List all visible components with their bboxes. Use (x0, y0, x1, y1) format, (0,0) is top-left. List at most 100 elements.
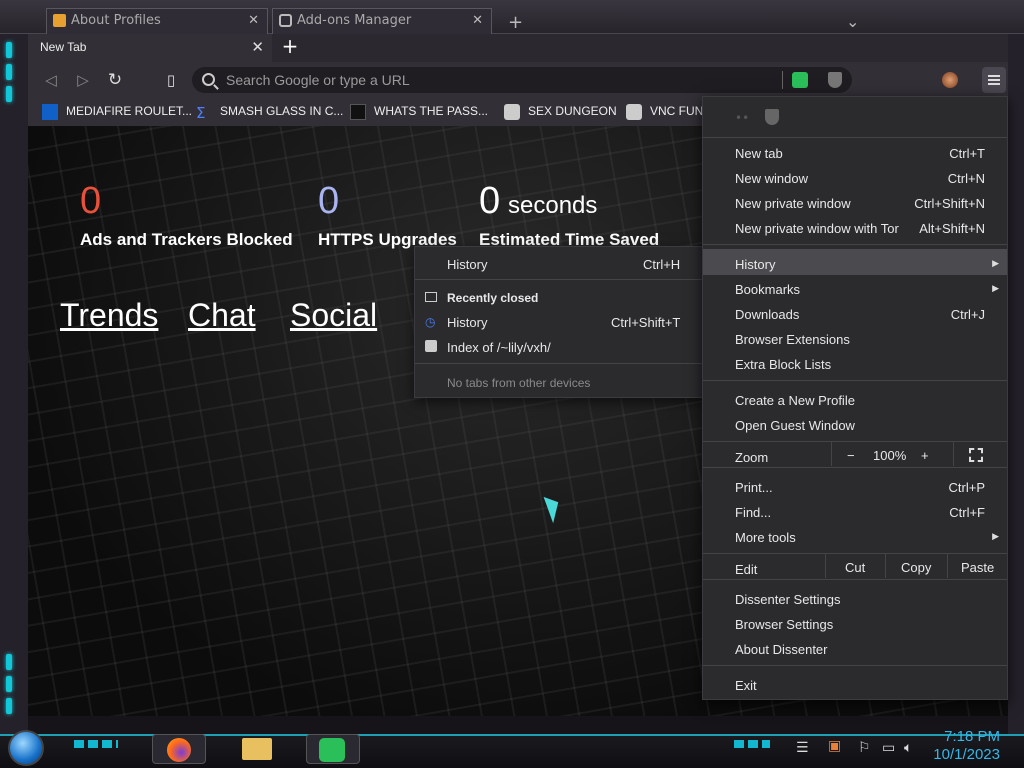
menu-browser-extensions[interactable]: Browser Extensions (735, 332, 850, 347)
chevron-right-icon: ▶ (992, 259, 999, 269)
search-icon (202, 73, 215, 86)
tray-app-icon[interactable]: ▣ (828, 738, 841, 754)
bookmark-smash-glass[interactable]: SMASH GLASS IN C... (220, 104, 343, 118)
menu-find[interactable]: Find... (735, 505, 771, 520)
zoom-level: 100% (873, 448, 907, 463)
menu-dissenter-settings[interactable]: Dissenter Settings (735, 592, 841, 607)
menu-new-private-window[interactable]: New private window (735, 196, 851, 211)
profiles-icon (53, 14, 66, 27)
taskbar-notes-app[interactable] (306, 734, 360, 764)
zoom-in-button[interactable]: + (921, 448, 929, 463)
chat-link[interactable]: Chat (188, 297, 256, 334)
divider (953, 442, 954, 466)
social-link[interactable]: Social (290, 297, 377, 334)
menu-downloads[interactable]: Downloads (735, 307, 799, 322)
notes-icon (319, 738, 345, 762)
close-icon[interactable]: ✕ (251, 38, 264, 56)
paste-button[interactable]: Paste (961, 560, 994, 575)
flag-icon[interactable]: ⚐ (858, 740, 871, 756)
divider (415, 279, 705, 280)
bookmark-mediafire[interactable]: MEDIAFIRE ROULET... (66, 104, 192, 118)
network-icon[interactable]: ▭ (882, 740, 895, 756)
globe-icon (626, 104, 642, 120)
history-clock-icon: ◷ (425, 315, 436, 329)
folder-icon (242, 738, 272, 760)
submenu-closed-history[interactable]: History (447, 315, 487, 330)
shortcut-label: Ctrl+F (949, 505, 985, 520)
fullscreen-icon[interactable] (969, 448, 983, 462)
bookmark-icon[interactable]: ▯ (162, 71, 180, 89)
system-clock[interactable]: 7:18 PM 10/1/2023 (933, 728, 1000, 764)
taskbar-decoration (74, 740, 118, 748)
close-icon[interactable]: ✕ (248, 13, 259, 28)
divider (703, 553, 1007, 554)
bookmark-sex-dungeon[interactable]: SEX DUNGEON (528, 104, 617, 118)
window-left-border (0, 34, 28, 734)
app-menu: •• New tab Ctrl+T New window Ctrl+N New … (702, 96, 1008, 700)
trends-link[interactable]: Trends (60, 297, 158, 334)
reload-icon[interactable]: ↻ (106, 71, 124, 89)
tab-label: Add-ons Manager (297, 13, 412, 28)
sigma-icon: Σ (196, 104, 206, 122)
app-menu-button[interactable] (982, 67, 1006, 93)
taskbar-file-explorer[interactable] (230, 734, 284, 764)
chevron-right-icon: ▶ (992, 532, 999, 542)
menu-exit[interactable]: Exit (735, 678, 757, 693)
clock-date: 10/1/2023 (933, 746, 1000, 763)
submenu-history[interactable]: History (447, 257, 487, 272)
chevron-down-icon[interactable]: ⌄ (846, 12, 859, 31)
close-icon[interactable]: ✕ (472, 13, 483, 28)
zoom-out-button[interactable]: − (847, 448, 855, 463)
new-tab-button[interactable]: + (280, 36, 300, 57)
window-icon (425, 292, 437, 302)
submenu-index-lily[interactable]: Index of /~lily/vxh/ (447, 340, 551, 355)
profile-avatar[interactable] (942, 72, 958, 88)
menu-extra-block-lists[interactable]: Extra Block Lists (735, 357, 831, 372)
menu-history[interactable]: History (735, 257, 775, 272)
cut-button[interactable]: Cut (845, 560, 865, 575)
show-desktop-icon[interactable]: ☰ (796, 740, 809, 756)
no-tabs-message: No tabs from other devices (447, 376, 591, 390)
tab-about-profiles[interactable]: About Profiles ✕ (46, 8, 268, 34)
back-icon[interactable]: ◁ (42, 71, 60, 89)
divider (703, 579, 1007, 580)
shield-icon[interactable] (828, 72, 842, 88)
firefox-icon (167, 738, 191, 762)
shortcut-label: Ctrl+J (950, 307, 985, 322)
menu-about[interactable]: About Dissenter (735, 642, 828, 657)
divider (703, 244, 1007, 245)
menu-new-private-tor[interactable]: New private window with Tor (735, 221, 899, 236)
menu-bookmarks[interactable]: Bookmarks (735, 282, 800, 297)
menu-new-tab[interactable]: New tab (735, 146, 783, 161)
copy-button[interactable]: Copy (901, 560, 931, 575)
menu-new-window[interactable]: New window (735, 171, 808, 186)
menu-browser-settings[interactable]: Browser Settings (735, 617, 833, 632)
recently-closed-heading: Recently closed (447, 291, 539, 305)
tab-new-tab[interactable]: New Tab ✕ (28, 34, 272, 62)
menu-print[interactable]: Print... (735, 480, 773, 495)
taskbar-decoration (734, 740, 770, 748)
shortcut-label: Ctrl+N (947, 171, 985, 186)
shield-icon[interactable] (765, 109, 779, 125)
shortcut-label: Alt+Shift+N (919, 221, 985, 236)
taskbar-firefox[interactable] (152, 734, 206, 764)
menu-create-profile[interactable]: Create a New Profile (735, 393, 855, 408)
dissenter-extension-icon[interactable] (792, 72, 808, 88)
start-button[interactable] (8, 730, 44, 766)
bookmark-whats-the-pass[interactable]: WHATS THE PASS... (374, 104, 488, 118)
divider (831, 442, 832, 466)
divider (703, 467, 1007, 468)
menu-open-guest-window[interactable]: Open Guest Window (735, 418, 855, 433)
bookmark-vnc-fun[interactable]: VNC FUN (650, 104, 703, 118)
menu-more-tools[interactable]: More tools (735, 530, 796, 545)
divider (825, 554, 826, 578)
divider (947, 554, 948, 578)
forward-icon[interactable]: ▷ (74, 71, 92, 89)
add-tab-icon[interactable]: + (508, 12, 523, 33)
puzzle-icon (279, 14, 292, 27)
tab-addons-manager[interactable]: Add-ons Manager ✕ (272, 8, 492, 34)
volume-icon[interactable]: 🔈︎ (904, 740, 912, 756)
address-bar[interactable]: Search Google or type a URL (192, 67, 852, 93)
history-submenu: History Ctrl+H Recently closed ◷ History… (414, 246, 706, 398)
window-right-border (1008, 34, 1024, 734)
